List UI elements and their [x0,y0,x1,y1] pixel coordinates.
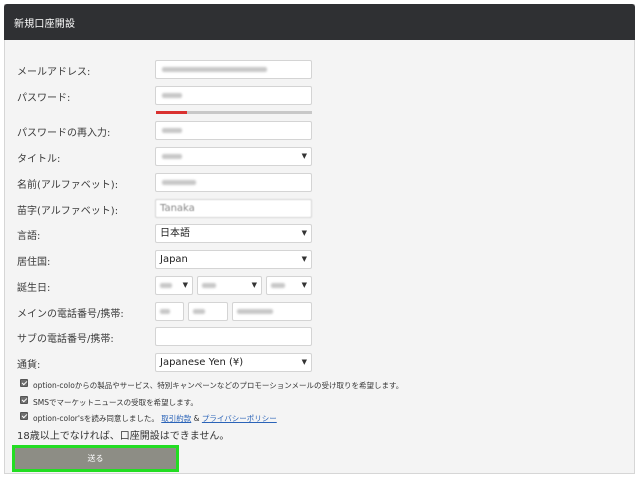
privacy-policy-link[interactable]: プライバシーポリシー [202,414,277,423]
panel-header: 新規口座開設 [4,4,635,40]
birth-day-select[interactable]: ▼ [155,276,193,295]
country-label: 居住国: [17,257,51,268]
password-confirm-label: パスワードの再入力: [17,128,111,139]
birthdate-label: 誕生日: [17,283,51,294]
last-name-label: 苗字(アルファベット): [17,206,119,217]
main-phone-country-code[interactable] [155,302,184,321]
language-value: 日本語 [160,228,190,239]
language-select[interactable]: 日本語 ▼ [155,224,312,243]
chevron-down-icon: ▼ [301,229,307,237]
submit-button[interactable]: 送る [15,448,176,469]
first-name-field[interactable] [155,173,312,192]
sub-phone-field[interactable] [155,327,312,346]
language-label: 言語: [17,231,41,242]
password-strength-meter [156,111,312,114]
currency-value: Japanese Yen (¥) [160,357,244,368]
main-phone-number[interactable] [232,302,312,321]
sms-news-checkbox[interactable] [20,396,28,404]
main-phone-area-code[interactable] [188,302,228,321]
birth-year-select[interactable]: ▼ [266,276,312,295]
sms-news-text: SMSでマーケットニュースの受取を希望します。 [33,398,198,407]
chevron-down-icon: ▼ [301,255,307,263]
password-label: パスワード: [17,93,71,104]
terms-agree-checkbox[interactable] [20,412,28,420]
chevron-down-icon: ▼ [301,358,307,366]
password-strength-fill [156,111,188,114]
password-field[interactable] [155,86,312,105]
chevron-down-icon: ▼ [301,152,307,160]
password-confirm-field[interactable] [155,121,312,140]
promo-email-text: option-coloからの製品やサービス、特別キャンペーンなどのプロモーション… [33,381,404,390]
country-select[interactable]: Japan ▼ [155,250,312,269]
trading-terms-link[interactable]: 取引約款 [161,414,191,423]
email-field[interactable] [155,60,312,79]
title-label: タイトル: [17,154,61,165]
currency-label: 通貨: [17,360,41,371]
email-label: メールアドレス: [17,67,91,78]
birth-month-select[interactable]: ▼ [197,276,262,295]
title-select[interactable]: ▼ [155,147,312,166]
promo-email-checkbox[interactable] [20,379,28,387]
main-phone-label: メインの電話番号/携帯: [17,309,124,320]
last-name-field[interactable]: Tanaka [155,199,312,218]
ampersand: & [193,414,200,423]
sub-phone-label: サブの電話番号/携帯: [17,334,114,345]
terms-agree-text: option-color'sを読み同意しました。 [33,414,159,423]
page-title: 新規口座開設 [14,19,76,30]
age-notice: 18歳以上でなければ、口座開設はできません。 [17,431,230,442]
terms-agree-line: option-color'sを読み同意しました。 取引約款 & プライバシーポリ… [33,413,277,424]
chevron-down-icon: ▼ [251,281,257,289]
chevron-down-icon: ▼ [182,281,188,289]
country-value: Japan [160,254,188,265]
chevron-down-icon: ▼ [301,281,307,289]
currency-select[interactable]: Japanese Yen (¥) ▼ [155,353,312,372]
first-name-label: 名前(アルファベット): [17,180,119,191]
